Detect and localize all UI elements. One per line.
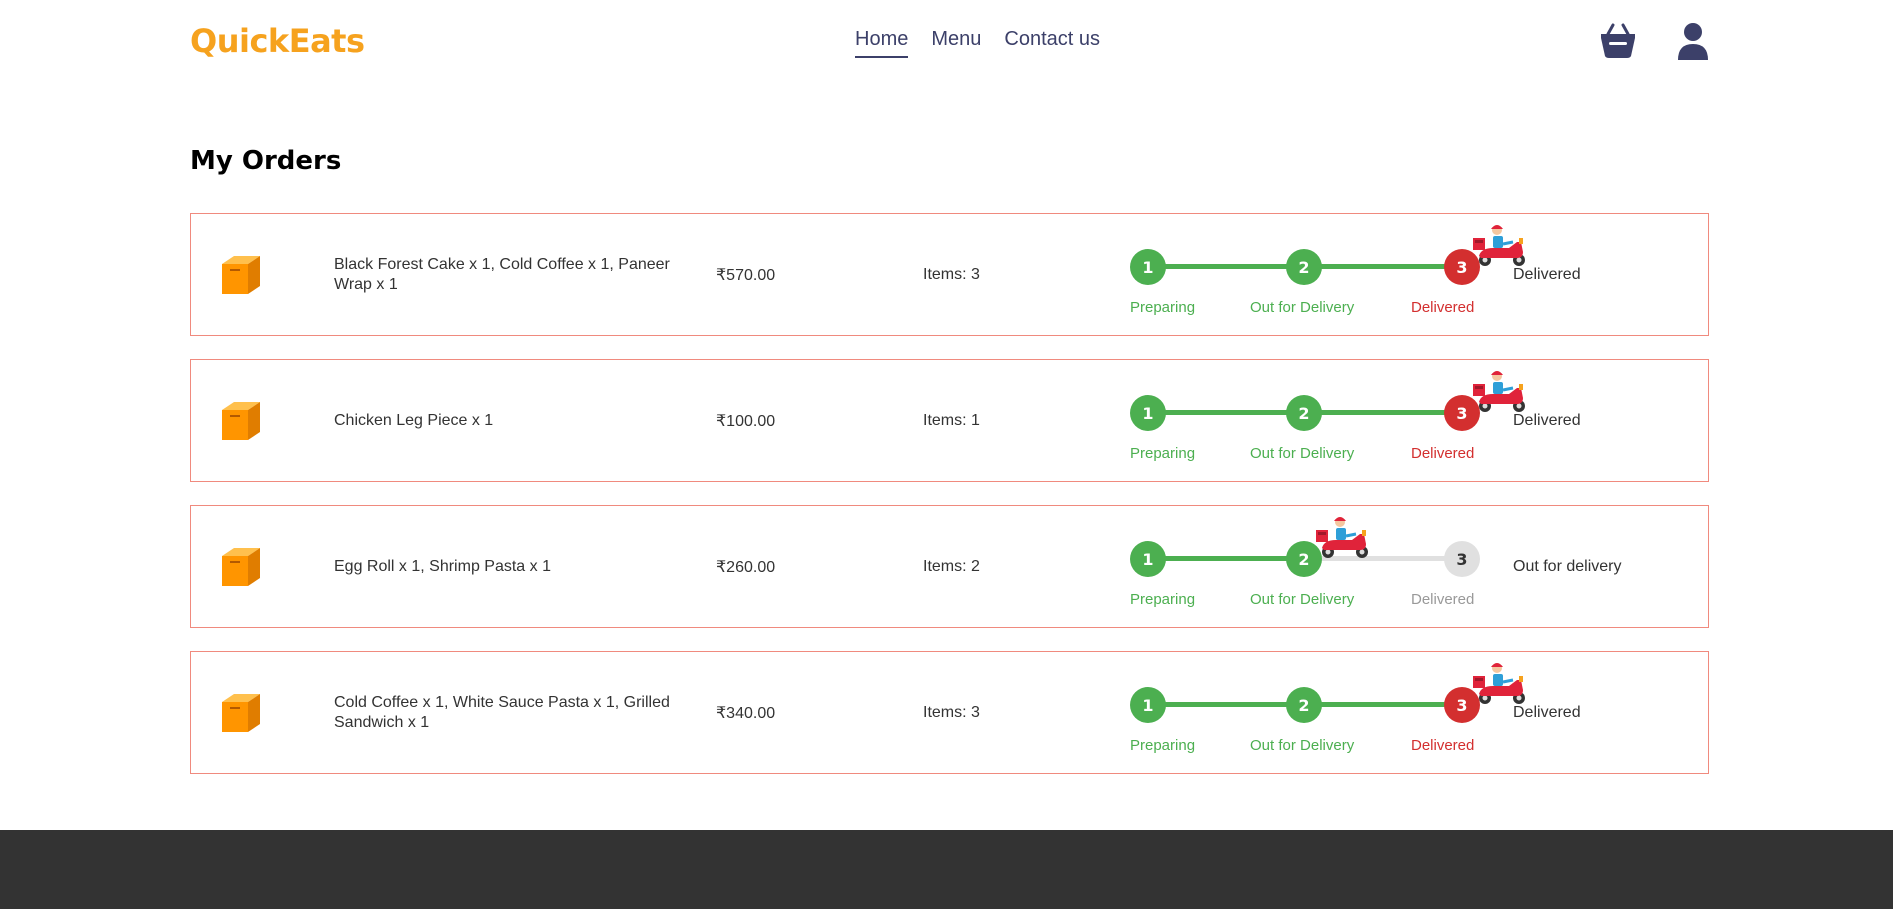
order-item-count: Items: 2: [923, 557, 980, 575]
footer: [0, 830, 1893, 909]
orders-list: Black Forest Cake x 1, Cold Coffee x 1, …: [190, 213, 1709, 797]
nav-link-home[interactable]: Home: [855, 28, 909, 58]
step-1-label: Preparing: [1130, 591, 1196, 608]
order-status: Delivered: [1513, 703, 1581, 721]
track-line-2: [1304, 264, 1462, 269]
order-price: ₹570.00: [716, 266, 776, 284]
step-3-circle: 3: [1444, 541, 1480, 577]
track-line-2: [1304, 410, 1462, 415]
step-1-label: Preparing: [1130, 737, 1196, 754]
brand-logo[interactable]: QuickEats: [190, 22, 365, 60]
delivery-tracker: 1 Preparing 2 Out for Delivery 3 Delivered: [1130, 663, 1525, 766]
track-line-1: [1148, 702, 1304, 707]
step-1-circle: 1: [1130, 541, 1166, 577]
package-icon: [218, 398, 264, 444]
navbar: QuickEats Home Menu Contact us: [0, 0, 1893, 90]
order-status: Delivered: [1513, 265, 1581, 283]
package-icon: [218, 252, 264, 298]
nav-link-contact[interactable]: Contact us: [1004, 28, 1100, 58]
order-status: Out for delivery: [1513, 557, 1622, 575]
order-item-count: Items: 3: [923, 703, 980, 721]
step-2-label: Out for Delivery: [1250, 737, 1355, 754]
step-2-circle: 2: [1286, 249, 1322, 285]
user-icon[interactable]: [1677, 22, 1709, 60]
order-price: ₹340.00: [716, 704, 776, 722]
order-card[interactable]: Black Forest Cake x 1, Cold Coffee x 1, …: [190, 213, 1709, 336]
delivery-tracker: 1 Preparing 2 Out for Delivery 3 Delivered: [1130, 371, 1525, 474]
step-2-label: Out for Delivery: [1250, 299, 1355, 316]
step-3-label: Delivered: [1411, 591, 1475, 608]
step-1-circle: 1: [1130, 687, 1166, 723]
package-icon: [218, 544, 264, 590]
order-price: ₹100.00: [716, 412, 776, 430]
nav-link-menu[interactable]: Menu: [931, 28, 981, 58]
step-1-circle: 1: [1130, 395, 1166, 431]
order-items: Black Forest Cake x 1, Cold Coffee x 1, …: [334, 255, 670, 293]
delivery-scooter-icon: [1316, 514, 1372, 560]
order-card[interactable]: Egg Roll x 1, Shrimp Pasta x 1 ₹260.00 Ite…: [190, 505, 1709, 628]
order-price: ₹260.00: [716, 558, 776, 576]
nav-links: Home Menu Contact us: [855, 28, 1100, 58]
step-3-label: Delivered: [1411, 299, 1475, 316]
order-item-count: Items: 3: [923, 265, 980, 283]
package-icon: [218, 690, 264, 736]
order-items: Egg Roll x 1, Shrimp Pasta x 1: [334, 557, 551, 575]
track-line-1: [1148, 410, 1304, 415]
track-line-1: [1148, 264, 1304, 269]
step-2-circle: 2: [1286, 687, 1322, 723]
page-title: My Orders: [190, 146, 342, 176]
track-line-1: [1148, 556, 1304, 561]
order-items: Chicken Leg Piece x 1: [334, 411, 494, 429]
delivery-tracker: 1 Preparing 2 Out for Delivery 3 Delivered: [1130, 225, 1525, 328]
order-items: Cold Coffee x 1, White Sauce Pasta x 1, …: [334, 693, 670, 731]
order-card[interactable]: Cold Coffee x 1, White Sauce Pasta x 1, …: [190, 651, 1709, 774]
order-card[interactable]: Chicken Leg Piece x 1 ₹100.00 Items: 1 1 Pre…: [190, 359, 1709, 482]
step-3-label: Delivered: [1411, 445, 1475, 462]
order-item-count: Items: 1: [923, 411, 980, 429]
step-2-circle: 2: [1286, 395, 1322, 431]
order-status: Delivered: [1513, 411, 1581, 429]
step-1-circle: 1: [1130, 249, 1166, 285]
track-line-2: [1304, 702, 1462, 707]
step-1-label: Preparing: [1130, 299, 1196, 316]
step-2-label: Out for Delivery: [1250, 445, 1355, 462]
delivery-tracker: 1 Preparing 2 Out for Delivery 3 Delivered: [1130, 517, 1480, 620]
cart-icon[interactable]: [1599, 22, 1637, 60]
step-3-label: Delivered: [1411, 737, 1475, 754]
step-2-label: Out for Delivery: [1250, 591, 1355, 608]
step-1-label: Preparing: [1130, 445, 1196, 462]
